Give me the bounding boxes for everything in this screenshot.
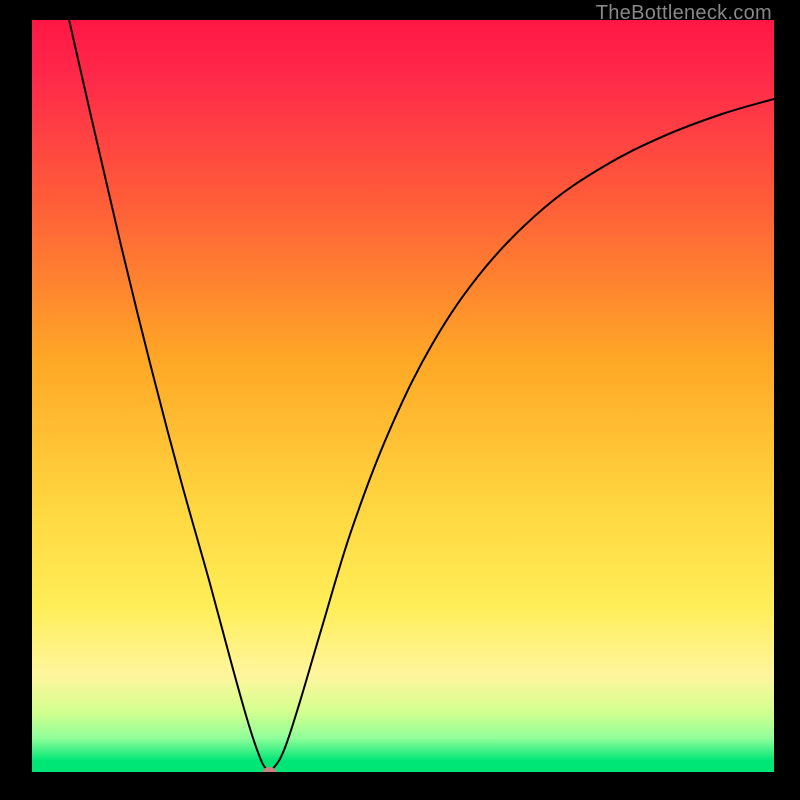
chart-container: TheBottleneck.com [0,0,800,800]
gradient-background [32,20,774,772]
chart-svg [32,20,774,772]
plot-area [32,20,774,772]
